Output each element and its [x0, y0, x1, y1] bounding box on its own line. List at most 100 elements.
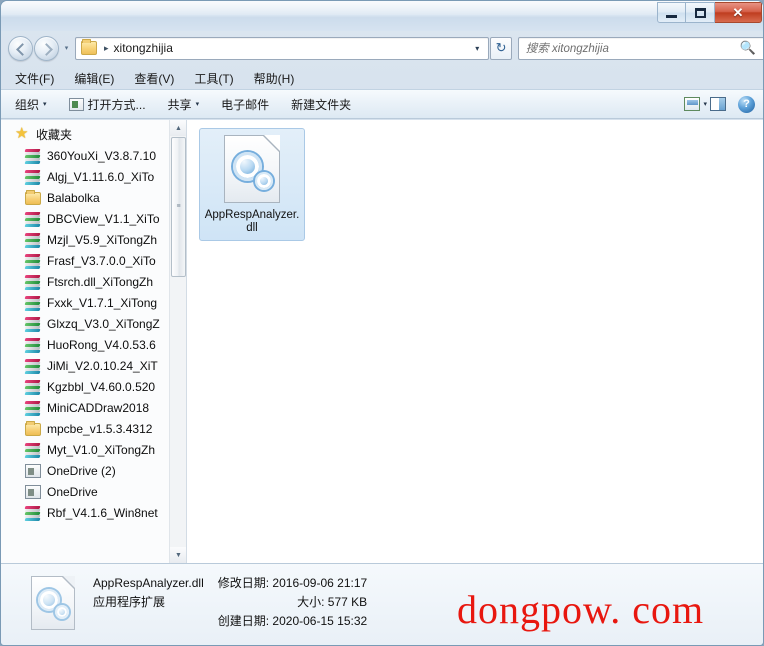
rar-archive-icon [24, 253, 41, 269]
sidebar-item-8[interactable]: Glxzq_V3.0_XiTongZ [1, 313, 186, 334]
sidebar-item-11[interactable]: Kgzbbl_V4.60.0.520 [1, 376, 186, 397]
chevron-down-icon: ▾ [64, 45, 69, 52]
gear-small-icon [55, 605, 69, 619]
sidebar-item-label: Mzjl_V5.9_XiTongZh [47, 232, 158, 247]
sidebar-item-label: Glxzq_V3.0_XiTongZ [47, 316, 160, 331]
sidebar-item-17[interactable]: Rbf_V4.1.6_Win8net [1, 502, 186, 523]
chevron-down-icon: ▾ [43, 101, 47, 108]
menu-item-help[interactable]: 帮助(H) [254, 70, 295, 87]
star-icon [15, 124, 30, 142]
rar-archive-icon [24, 337, 41, 353]
sidebar-item-14[interactable]: Myt_V1.0_XiTongZh [1, 439, 186, 460]
scroll-down-button[interactable]: ▼ [170, 547, 186, 563]
open-with-label: 打开方式... [87, 97, 146, 112]
help-icon[interactable]: ? [738, 95, 755, 113]
sidebar-item-13[interactable]: mpcbe_v1.5.3.4312 [1, 418, 186, 439]
minimize-button[interactable] [657, 2, 686, 23]
navigation-buttons: ▾ [8, 35, 73, 61]
scroll-up-button[interactable]: ▲ [170, 120, 186, 136]
details-text: AppRespAnalyzer.dll 修改日期: 2016-09-06 21:… [93, 574, 367, 631]
sidebar-item-label: 360YouXi_V3.8.7.10 [47, 148, 156, 163]
close-button[interactable]: ✕ [715, 2, 762, 23]
sidebar-item-10[interactable]: JiMi_V2.0.10.24_XiT [1, 355, 186, 376]
sidebar-item-label: Kgzbbl_V4.60.0.520 [47, 379, 156, 394]
dll-gears-icon [31, 576, 75, 630]
details-created-label: 创建日期: [217, 614, 270, 628]
file-item-label: AppRespAnalyzer.dll [204, 209, 300, 234]
menu-item-file[interactable]: 文件(F) [15, 70, 54, 87]
change-view-icon[interactable] [684, 97, 701, 111]
toolbar-right-group: ▾ ? [684, 95, 755, 113]
sidebar-item-15[interactable]: OneDrive (2) [1, 460, 186, 481]
sidebar-item-12[interactable]: MiniCADDraw2018 [1, 397, 186, 418]
new-folder-button[interactable]: 新建文件夹 [291, 96, 351, 113]
menu-item-edit[interactable]: 编辑(E) [74, 70, 114, 87]
rar-archive-icon [24, 169, 41, 185]
chevron-up-icon: ▲ [175, 124, 182, 132]
file-item[interactable]: AppRespAnalyzer.dll [199, 128, 305, 241]
details-pane: AppRespAnalyzer.dll 修改日期: 2016-09-06 21:… [1, 563, 763, 645]
sidebar-item-9[interactable]: HuoRong_V4.0.53.6 [1, 334, 186, 355]
sidebar-item-favorites[interactable]: 收藏夹 [1, 124, 186, 145]
sidebar-item-label: Fxxk_V1.7.1_XiTong [47, 295, 158, 310]
dll-gears-icon [224, 135, 280, 203]
sidebar-item-16[interactable]: OneDrive [1, 481, 186, 502]
scrollbar-thumb[interactable]: ≡ [171, 137, 186, 277]
sidebar-item-label: DBCView_V1.1_XiTo [47, 211, 160, 226]
organize-label: 组织 [15, 97, 40, 112]
app-icon [25, 463, 41, 478]
sidebar-item-7[interactable]: Fxxk_V1.7.1_XiTong [1, 292, 186, 313]
address-chevron-down-icon[interactable]: ▾ [475, 44, 479, 53]
details-size-label: 大小: [297, 595, 325, 609]
sidebar-item-1[interactable]: Algj_V1.11.6.0_XiTo [1, 166, 186, 187]
open-with-button[interactable]: 打开方式... [68, 96, 146, 113]
sidebar-item-0[interactable]: 360YouXi_V3.8.7.10 [1, 145, 186, 166]
share-button[interactable]: 共享 ▾ [168, 96, 200, 113]
rar-archive-icon [24, 358, 41, 374]
sidebar-item-label: MiniCADDraw2018 [47, 400, 150, 415]
sidebar-item-label: OneDrive [47, 484, 98, 499]
details-created-value: 2020-06-15 15:32 [272, 614, 368, 628]
grip-icon: ≡ [176, 203, 181, 210]
history-dropdown-button[interactable]: ▾ [60, 36, 73, 61]
sidebar-item-6[interactable]: Ftsrch.dll_XiTongZh [1, 271, 186, 292]
explorer-window: ✕ ▾ ▸ xitongzhijia ▾ ↻ 搜索 xitongzhijia 🔍 [0, 0, 764, 646]
details-spacer [93, 612, 204, 631]
email-button[interactable]: 电子邮件 [221, 96, 269, 113]
organize-button[interactable]: 组织 ▾ [15, 96, 47, 113]
folder-icon [25, 190, 41, 205]
sidebar-item-2[interactable]: Balabolka [1, 187, 186, 208]
favorites-tree: 收藏夹 360YouXi_V3.8.7.10 Algj_V1.11.6.0_Xi… [1, 120, 186, 523]
back-button[interactable] [8, 35, 33, 61]
open-with-icon [68, 97, 84, 111]
sidebar-item-5[interactable]: Frasf_V3.7.0.0_XiTo [1, 250, 186, 271]
breadcrumb-path[interactable]: xitongzhijia [114, 41, 173, 55]
menu-item-tools[interactable]: 工具(T) [194, 70, 233, 87]
search-box[interactable]: 搜索 xitongzhijia 🔍 [517, 36, 763, 60]
chevron-down-icon: ▾ [195, 101, 200, 108]
sidebar-item-label: 收藏夹 [36, 128, 73, 142]
search-input[interactable]: 搜索 xitongzhijia [526, 40, 740, 56]
preview-pane-icon[interactable] [710, 97, 726, 111]
sidebar-item-label: Algj_V1.11.6.0_XiTo [47, 169, 155, 184]
sidebar-item-4[interactable]: Mzjl_V5.9_XiTongZh [1, 229, 186, 250]
sidebar-item-label: Balabolka [47, 190, 100, 205]
refresh-button[interactable]: ↻ [490, 36, 512, 60]
file-list-pane[interactable]: AppRespAnalyzer.dll [187, 120, 763, 563]
rar-archive-icon [24, 211, 41, 227]
chevron-down-icon[interactable]: ▾ [703, 100, 707, 108]
navigation-pane: 收藏夹 360YouXi_V3.8.7.10 Algj_V1.11.6.0_Xi… [1, 120, 187, 563]
rar-archive-icon [24, 400, 41, 416]
sidebar-scrollbar[interactable]: ▲ ≡ ▼ [169, 120, 186, 563]
address-bar-row: ▾ ▸ xitongzhijia ▾ ↻ 搜索 xitongzhijia 🔍 [1, 31, 763, 65]
maximize-button[interactable] [686, 2, 715, 23]
details-file-type: 应用程序扩展 [93, 595, 166, 609]
sidebar-item-label: Frasf_V3.7.0.0_XiTo [47, 253, 156, 268]
forward-button[interactable] [34, 35, 59, 61]
sidebar-item-3[interactable]: DBCView_V1.1_XiTo [1, 208, 186, 229]
address-bar[interactable]: ▸ xitongzhijia ▾ [75, 36, 490, 60]
new-folder-label: 新建文件夹 [291, 97, 352, 112]
folder-icon [25, 421, 41, 436]
menu-item-view[interactable]: 查看(V) [134, 70, 174, 87]
window-controls: ✕ [657, 2, 762, 24]
